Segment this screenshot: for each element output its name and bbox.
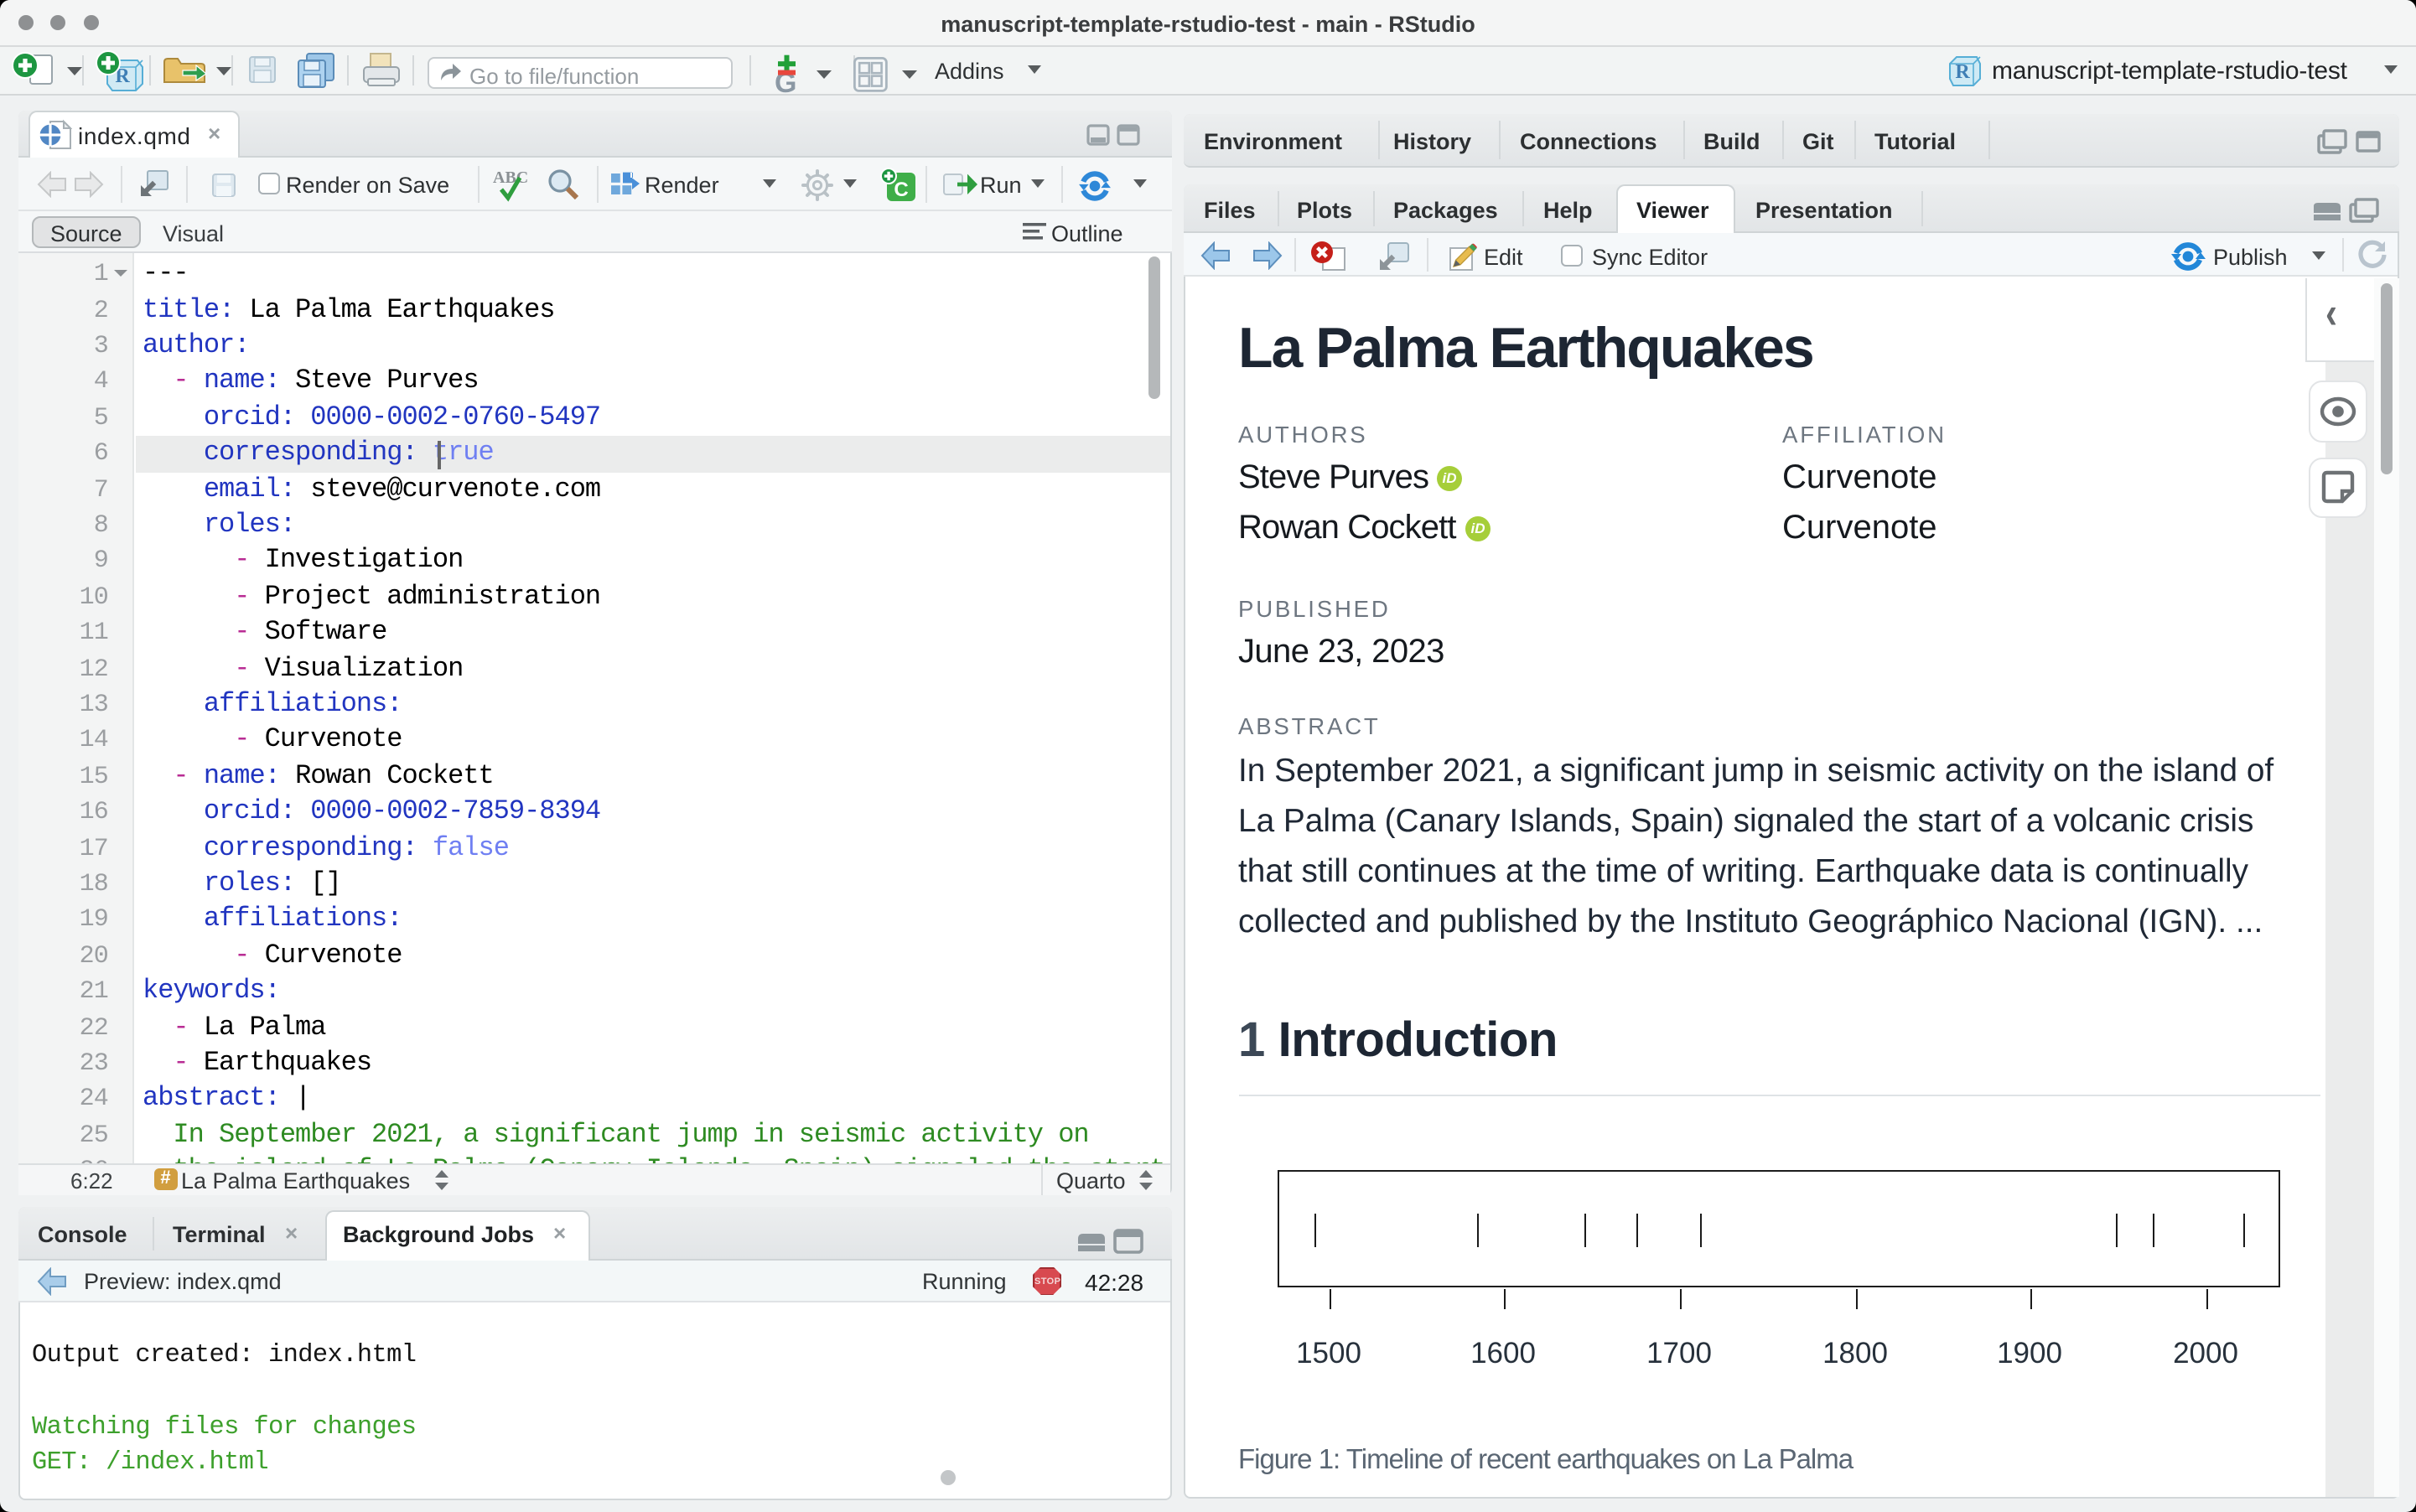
- svg-text:R: R: [1954, 61, 1969, 83]
- svg-text:C: C: [894, 179, 908, 201]
- svg-text:ABC: ABC: [493, 168, 528, 187]
